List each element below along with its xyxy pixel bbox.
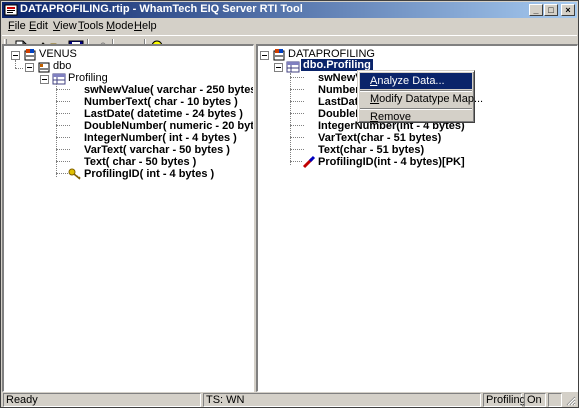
tree-connector (56, 125, 70, 126)
tree-column[interactable]: Text(char - 51 bytes) (318, 144, 424, 156)
server-database-icon (24, 49, 36, 61)
maximize-button[interactable]: □ (544, 4, 558, 16)
tree-connector (56, 84, 57, 177)
menu-file[interactable]: File (8, 20, 26, 32)
tree-connector (15, 68, 23, 69)
tree-column[interactable]: DoubleNumber( numeric - 20 bytes ) (84, 120, 253, 132)
tree-connector (290, 113, 304, 114)
tree-column[interactable]: NumberText( char - 10 bytes ) (84, 96, 238, 108)
menu-view[interactable]: View (53, 20, 77, 32)
tree-column[interactable]: Text( char - 50 bytes ) (84, 156, 196, 168)
status-mode: On (524, 393, 546, 407)
schema-icon (38, 62, 50, 73)
menu-help[interactable]: Help (134, 20, 157, 32)
tree-connector (56, 113, 70, 114)
status-extra (548, 393, 562, 407)
tree-connector (56, 149, 70, 150)
source-tree-pane[interactable]: VENUS dbo Profiling swNewValue( varchar … (2, 44, 254, 392)
status-ready: Ready (3, 393, 201, 407)
menu-mode[interactable]: Mode (106, 20, 134, 32)
tree-connector (56, 173, 68, 174)
primary-key-icon (302, 155, 316, 169)
tree-connector (15, 60, 16, 68)
tree-column-primary-key[interactable]: ProfilingID(int - 4 bytes)[PK] (318, 156, 465, 168)
window-title: DATAPROFILING.rtip - WhamTech EIQ Server… (20, 3, 303, 15)
close-button[interactable]: × (561, 4, 575, 16)
menu-tools[interactable]: Tools (78, 20, 104, 32)
tree-table-profiling[interactable]: Profiling (68, 72, 108, 84)
tree-column-primary-key[interactable]: ProfilingID( int - 4 bytes ) (84, 168, 214, 180)
tree-column[interactable]: swNewValue( varchar - 250 bytes ) (84, 84, 253, 96)
tree-column[interactable]: VarText( varchar - 50 bytes ) (84, 144, 230, 156)
application-window: DATAPROFILING.rtip - WhamTech EIQ Server… (0, 0, 579, 408)
tree-column[interactable]: IntegerNumber( int - 4 bytes ) (84, 132, 237, 144)
collapse-toggle[interactable] (11, 51, 20, 60)
tree-connector (56, 137, 70, 138)
tree-connector (290, 101, 304, 102)
tree-connector (290, 161, 302, 162)
app-icon (4, 4, 18, 16)
tree-connector (56, 101, 70, 102)
tree-connector (290, 125, 304, 126)
collapse-toggle[interactable] (274, 63, 283, 72)
resize-grip-icon[interactable] (564, 394, 576, 406)
tree-root-venus[interactable]: VENUS (39, 48, 77, 60)
table-icon (286, 61, 300, 73)
tree-connector (56, 161, 70, 162)
minimize-button[interactable]: _ (529, 4, 543, 16)
tree-connector (290, 149, 304, 150)
status-bar: Ready TS: WN Profiling On (2, 393, 577, 407)
key-icon (68, 168, 81, 180)
collapse-toggle[interactable] (260, 51, 269, 60)
menu-item-modify-datatype-map[interactable]: Modify Datatype Map... (360, 91, 483, 107)
collapse-toggle[interactable] (25, 63, 34, 72)
tree-connector (290, 73, 291, 165)
tree-connector (290, 137, 304, 138)
tree-column[interactable]: LastDate( datetime - 24 bytes ) (84, 108, 243, 120)
tree-connector (290, 89, 304, 90)
table-icon (52, 73, 66, 85)
status-table: Profiling (483, 393, 526, 407)
status-ts: TS: WN (203, 393, 481, 407)
menu-edit[interactable]: Edit (29, 20, 48, 32)
title-bar[interactable]: DATAPROFILING.rtip - WhamTech EIQ Server… (2, 2, 577, 18)
server-database-icon (273, 49, 285, 61)
context-menu: Analyze Data... Modify Datatype Map... R… (357, 70, 483, 125)
collapse-toggle[interactable] (40, 75, 49, 84)
menu-item-analyze-data[interactable]: Analyze Data... (360, 73, 472, 89)
tree-column[interactable]: VarText(char - 51 bytes) (318, 132, 441, 144)
tree-connector (56, 89, 70, 90)
tree-connector (290, 77, 304, 78)
menu-item-remove[interactable]: Remove (360, 109, 472, 125)
tree-schema-dbo[interactable]: dbo (53, 60, 71, 72)
menu-bar: File Edit View Tools Mode Help (2, 18, 577, 35)
